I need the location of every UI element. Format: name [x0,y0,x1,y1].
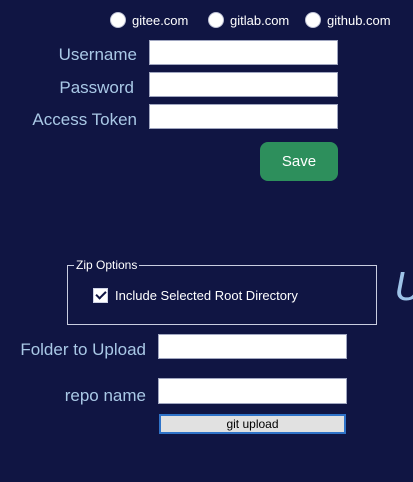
save-button[interactable]: Save [260,142,338,181]
access-token-label: Access Token [32,110,137,129]
access-token-input[interactable] [149,104,338,129]
radio-gitlab[interactable]: gitlab.com [208,10,289,30]
include-root-label: Include Selected Root Directory [115,288,298,303]
radio-label-github: github.com [327,12,391,28]
radio-circle[interactable] [305,12,321,28]
zip-options-legend: Zip Options [74,258,140,272]
radio-gitee[interactable]: gitee.com [110,10,188,30]
git-upload-button[interactable]: git upload [159,414,346,434]
radio-label-gitlab: gitlab.com [230,12,290,28]
password-label: Password [59,78,134,97]
radio-circle[interactable] [208,12,224,28]
radio-label-gitee: gitee.com [132,12,189,28]
zip-options-group: Zip Options Include Selected Root Direct… [67,258,377,325]
partial-text: U [395,265,413,309]
folder-to-upload-input[interactable] [158,334,347,359]
radio-circle[interactable] [110,12,126,28]
repo-name-input[interactable] [158,378,347,404]
username-input[interactable] [149,40,338,65]
host-radio-group: gitee.com gitlab.com github.com [110,10,410,30]
include-root-checkbox[interactable] [93,288,108,303]
repo-name-label: repo name [64,386,146,405]
radio-github[interactable]: github.com [305,10,391,30]
include-root-option[interactable]: Include Selected Root Directory [93,288,298,303]
password-input[interactable] [149,72,338,97]
username-label: Username [58,45,137,64]
folder-to-upload-label: Folder to Upload [20,340,146,359]
